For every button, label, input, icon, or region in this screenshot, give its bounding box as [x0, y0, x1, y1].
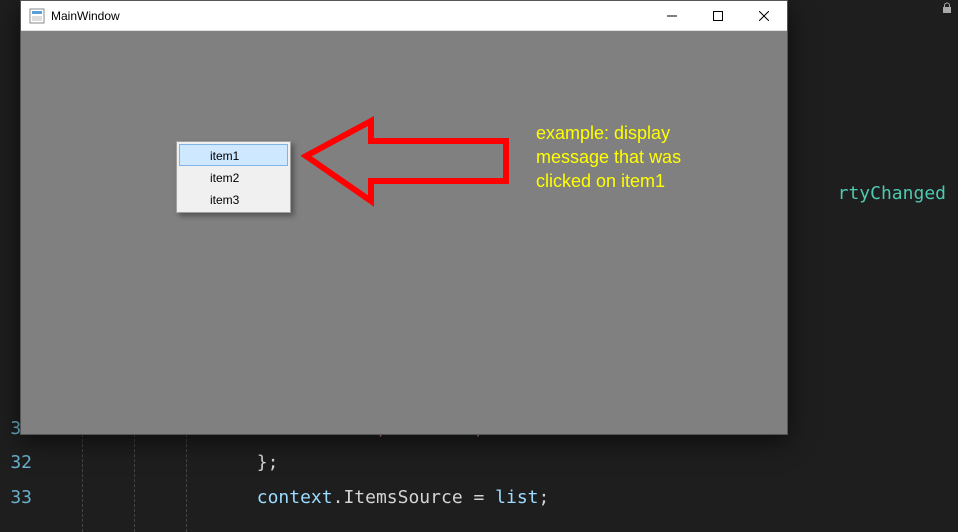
context-menu-item-2[interactable]: item2	[179, 166, 288, 188]
context-menu-item-1[interactable]: item1	[179, 144, 288, 166]
app-icon	[29, 8, 45, 24]
minimize-button[interactable]	[649, 1, 695, 31]
window-client-area[interactable]: item1 item2 item3 example: display messa…	[21, 31, 787, 434]
window-controls	[649, 1, 787, 31]
titlebar[interactable]: MainWindow	[21, 1, 787, 31]
window-title: MainWindow	[51, 9, 649, 23]
annotation-text: example: display message that was clicke…	[536, 121, 681, 193]
annotation-arrow	[301, 111, 531, 211]
maximize-icon	[713, 11, 723, 21]
wpf-mainwindow: MainWindow item1 item2 item3 example: di…	[20, 0, 788, 435]
close-button[interactable]	[741, 1, 787, 31]
code-fragment: rtyChanged	[838, 183, 946, 204]
close-icon	[759, 11, 769, 21]
context-menu-item-3[interactable]: item3	[179, 188, 288, 210]
minimize-icon	[667, 11, 677, 21]
context-menu: item1 item2 item3	[176, 141, 291, 213]
lock-icon	[942, 2, 952, 17]
code-line: context.ItemsSource = list;	[40, 481, 958, 515]
maximize-button[interactable]	[695, 1, 741, 31]
code-line: };	[40, 446, 958, 480]
line-number: 32	[0, 446, 32, 480]
line-number: 33	[0, 481, 32, 515]
